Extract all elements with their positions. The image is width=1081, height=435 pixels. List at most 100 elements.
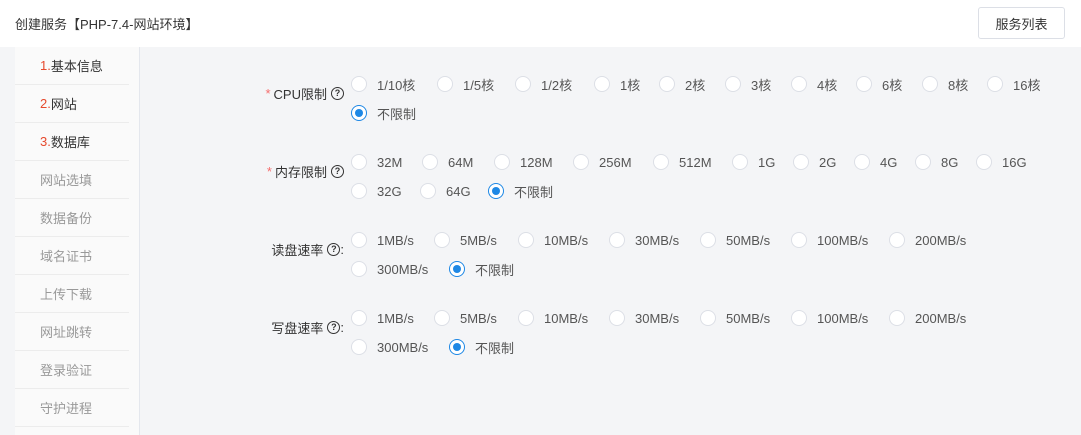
radio-icon <box>915 154 931 170</box>
radio-icon <box>609 310 625 326</box>
radio-icon <box>594 76 610 92</box>
memory-option[interactable]: 64M <box>422 152 473 172</box>
write-rate-option[interactable]: 100MB/s <box>791 308 868 328</box>
step-number: 1. <box>40 58 51 73</box>
service-list-button[interactable]: 服务列表 <box>978 7 1065 39</box>
memory-option[interactable]: 4G <box>854 152 897 172</box>
sidebar-item-label: 守护进程 <box>40 401 93 416</box>
cpu-option[interactable]: 4核 <box>791 74 837 94</box>
memory-option[interactable]: 128M <box>494 152 553 172</box>
radio-icon <box>889 232 905 248</box>
sidebar-item-label: 登录验证 <box>40 363 93 378</box>
page-header: 创建服务【PHP-7.4-网站环境】 服务列表 <box>0 0 1081 46</box>
required-mark: * <box>266 163 272 179</box>
sidebar-item-label: 数据备份 <box>40 211 93 226</box>
read-rate-option[interactable]: 100MB/s <box>791 230 868 250</box>
radio-icon <box>351 232 367 248</box>
write-rate-option[interactable]: 10MB/s <box>518 308 588 328</box>
sidebar-item-login-auth[interactable]: 登录验证 <box>15 351 129 389</box>
memory-option-unlimited[interactable]: 不限制 <box>488 181 553 201</box>
help-icon[interactable]: ? <box>327 320 341 334</box>
write-rate-option[interactable]: 5MB/s <box>434 308 497 328</box>
radio-icon <box>351 339 367 355</box>
sidebar-item-database[interactable]: 3. 数据库 <box>15 123 129 161</box>
cpu-option[interactable]: 16核 <box>987 74 1040 94</box>
read-rate-option[interactable]: 10MB/s <box>518 230 588 250</box>
cpu-option[interactable]: 6核 <box>856 74 902 94</box>
radio-icon <box>351 154 367 170</box>
memory-option[interactable]: 8G <box>915 152 958 172</box>
read-rate-option[interactable]: 1MB/s <box>351 230 414 250</box>
step-sidebar: 1. 基本信息 2. 网站 3. 数据库 网站选填 数据备份 域名证书 上传下载 网址… <box>15 47 140 435</box>
cpu-option[interactable]: 1/10核 <box>351 74 415 94</box>
radio-icon <box>791 232 807 248</box>
radio-icon <box>793 154 809 170</box>
radio-icon <box>854 154 870 170</box>
sidebar-item-website-optional[interactable]: 网站选填 <box>15 161 129 199</box>
radio-icon <box>351 76 367 92</box>
sidebar-item-website[interactable]: 2. 网站 <box>15 85 129 123</box>
help-icon[interactable]: ? <box>331 86 344 100</box>
read-rate-option[interactable]: 5MB/s <box>434 230 497 250</box>
step-number: 3. <box>40 134 51 149</box>
write-rate-text: 写盘速率 <box>271 320 324 336</box>
read-rate-option[interactable]: 50MB/s <box>700 230 770 250</box>
radio-icon <box>351 261 367 277</box>
write-rate-option[interactable]: 50MB/s <box>700 308 770 328</box>
sidebar-item-label: 上传下载 <box>40 287 93 302</box>
radio-checked-icon <box>488 183 504 199</box>
cpu-option-unlimited[interactable]: 不限制 <box>351 103 416 123</box>
radio-icon <box>700 232 716 248</box>
memory-option[interactable]: 32G <box>351 181 402 201</box>
cpu-option[interactable]: 2核 <box>659 74 705 94</box>
cpu-option[interactable]: 8核 <box>922 74 968 94</box>
cpu-limit-text: CPU限制 <box>273 86 327 102</box>
write-rate-label: 写盘速率 ? : <box>230 317 344 337</box>
memory-option[interactable]: 512M <box>653 152 712 172</box>
cpu-option[interactable]: 3核 <box>725 74 771 94</box>
radio-icon <box>856 76 872 92</box>
read-rate-option[interactable]: 30MB/s <box>609 230 679 250</box>
sidebar-item-url-redirect[interactable]: 网址跳转 <box>15 313 129 351</box>
cpu-option[interactable]: 1核 <box>594 74 640 94</box>
sidebar-item-upload-download[interactable]: 上传下载 <box>15 275 129 313</box>
radio-icon <box>732 154 748 170</box>
radio-icon <box>434 310 450 326</box>
memory-option[interactable]: 1G <box>732 152 775 172</box>
label-colon: : <box>340 319 344 335</box>
radio-icon <box>653 154 669 170</box>
write-rate-option[interactable]: 1MB/s <box>351 308 414 328</box>
radio-checked-icon <box>449 261 465 277</box>
radio-icon <box>725 76 741 92</box>
radio-icon <box>437 76 453 92</box>
radio-icon <box>494 154 510 170</box>
write-rate-option[interactable]: 200MB/s <box>889 308 966 328</box>
radio-icon <box>518 310 534 326</box>
cpu-option[interactable]: 1/5核 <box>437 74 494 94</box>
radio-icon <box>987 76 1003 92</box>
help-icon[interactable]: ? <box>331 164 344 178</box>
memory-option[interactable]: 2G <box>793 152 836 172</box>
read-rate-option[interactable]: 300MB/s <box>351 259 428 279</box>
read-rate-option[interactable]: 200MB/s <box>889 230 966 250</box>
sidebar-item-label: 网站 <box>50 97 77 112</box>
radio-icon <box>791 76 807 92</box>
sidebar-item-label: 网址跳转 <box>40 325 93 340</box>
write-rate-option[interactable]: 300MB/s <box>351 337 428 357</box>
cpu-option[interactable]: 1/2核 <box>515 74 572 94</box>
read-rate-option-unlimited[interactable]: 不限制 <box>449 259 514 279</box>
sidebar-item-data-backup[interactable]: 数据备份 <box>15 199 129 237</box>
memory-option[interactable]: 32M <box>351 152 402 172</box>
sidebar-item-basic-info[interactable]: 1. 基本信息 <box>15 47 129 85</box>
memory-option[interactable]: 256M <box>573 152 632 172</box>
sidebar-item-domain-cert[interactable]: 域名证书 <box>15 237 129 275</box>
memory-limit-label: * 内存限制 ? <box>230 161 344 181</box>
help-icon[interactable]: ? <box>327 242 341 256</box>
write-rate-option[interactable]: 30MB/s <box>609 308 679 328</box>
radio-icon <box>434 232 450 248</box>
cpu-limit-label: * CPU限制 ? <box>230 83 344 103</box>
memory-option[interactable]: 16G <box>976 152 1027 172</box>
sidebar-item-daemon[interactable]: 守护进程 <box>15 389 129 427</box>
memory-option[interactable]: 64G <box>420 181 471 201</box>
write-rate-option-unlimited[interactable]: 不限制 <box>449 337 514 357</box>
